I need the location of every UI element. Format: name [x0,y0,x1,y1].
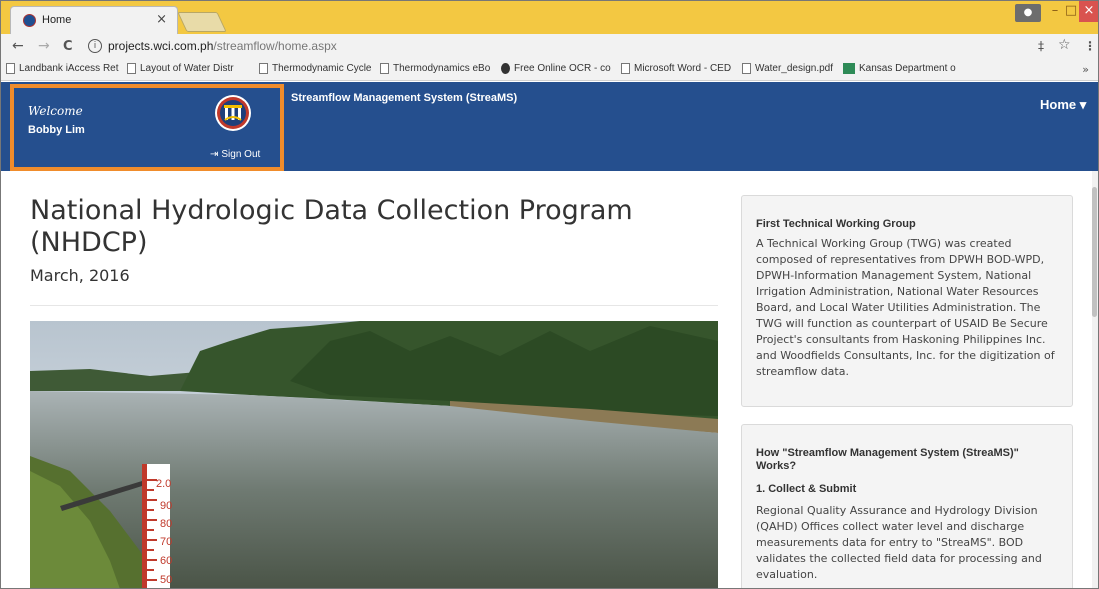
page-icon [259,63,268,74]
chevron-down-icon: ▾ [1079,97,1087,112]
forward-icon[interactable]: → [38,38,50,54]
gauge-mark: 80 [160,518,172,530]
user-name: Bobby Lim [28,124,85,136]
url-path: /streamflow/home.aspx [213,39,337,53]
bookmark-item[interactable]: Free Online OCR - co [501,63,611,74]
bookmark-item[interactable]: Layout of Water Distr [127,63,234,74]
info-icon[interactable]: i [88,39,102,53]
gauge-mark: 70 [160,536,172,548]
divider [30,305,718,306]
sign-out-icon: ⇥ [210,149,219,160]
scrollbar-thumb[interactable] [1092,187,1097,317]
minimize-button[interactable]: – [1047,0,1063,22]
panel-body: A Technical Working Group (TWG) was crea… [756,237,1055,378]
bookmark-item[interactable]: Kansas Department o [843,63,956,74]
sign-out-button[interactable]: ⇥ Sign Out [210,149,260,160]
bookmark-item[interactable]: Microsoft Word - CED [621,63,731,74]
more-bookmarks-icon[interactable]: » [1082,63,1089,76]
panel-title: First Technical Working Group [756,218,916,230]
bookmark-item[interactable]: Landbank iAccess Ret [6,63,119,74]
gauge-mark: 90 [160,500,172,512]
home-menu-label: Home [1040,97,1077,112]
menu-icon[interactable]: ⋮ [1084,39,1096,53]
gauge-mark: 60 [160,555,172,567]
welcome-label: Welcome [28,104,83,118]
kansas-icon [843,63,855,74]
home-menu[interactable]: Home ▾ [1040,97,1086,113]
reload-icon[interactable]: C [63,39,73,54]
page-icon [621,63,630,74]
page-icon [380,63,389,74]
browser-tab[interactable]: Home × [10,6,178,34]
welcome-box: Welcome Bobby Lim ⇥ Sign Out [10,84,284,171]
tab-title: Home [42,14,72,26]
step-title: 1. Collect & Submit [756,483,857,495]
panel-body: Regional Quality Assurance and Hydrology… [756,504,1042,581]
how-it-works-panel: How "Streamflow Management System (Strea… [741,424,1073,589]
profile-icon[interactable]: ● [1015,4,1041,22]
close-window-button[interactable]: × [1079,0,1099,22]
back-icon[interactable]: ← [12,38,24,54]
ocr-icon [501,63,510,74]
tab-close-icon[interactable]: × [156,12,167,27]
bookmark-item[interactable]: Water_design.pdf [742,63,833,74]
gauge-mark: 50 [160,574,172,586]
favicon-icon [23,14,36,27]
dpwh-logo [215,95,251,131]
new-tab-button[interactable] [177,12,227,32]
twg-panel: First Technical Working Group A Technica… [741,195,1073,407]
page-date: March, 2016 [30,266,130,285]
panel-title: How "Streamflow Management System (Strea… [756,447,1019,472]
river-photo: 2.0 90 80 70 60 50 [30,321,718,589]
page-icon [6,63,15,74]
sign-out-label: Sign Out [221,149,261,160]
page-scrollbar[interactable] [1092,171,1099,589]
pin-icon[interactable]: ‡ [1038,39,1044,53]
page-title: National Hydrologic Data Collection Prog… [30,195,633,258]
bookmark-item[interactable]: Thermodynamic Cycle [259,63,371,74]
page-icon [742,63,751,74]
page-icon [127,63,136,74]
gauge-mark: 2.0 [156,478,171,490]
site-title[interactable]: Streamflow Management System (StreaMS) [291,92,517,104]
address-bar[interactable]: projects.wci.com.ph/streamflow/home.aspx [108,39,337,53]
maximize-button[interactable]: □ [1063,0,1079,22]
bookmark-item[interactable]: Thermodynamics eBo [380,63,490,74]
bookmarks-bar: Landbank iAccess Ret Layout of Water Dis… [0,60,1099,81]
star-icon[interactable]: ☆ [1058,37,1071,53]
url-host: projects.wci.com.ph [108,39,214,53]
browser-titlebar: Home × ● – □ × [0,0,1099,34]
browser-toolbar: ← → C i projects.wci.com.ph/streamflow/h… [0,34,1099,60]
